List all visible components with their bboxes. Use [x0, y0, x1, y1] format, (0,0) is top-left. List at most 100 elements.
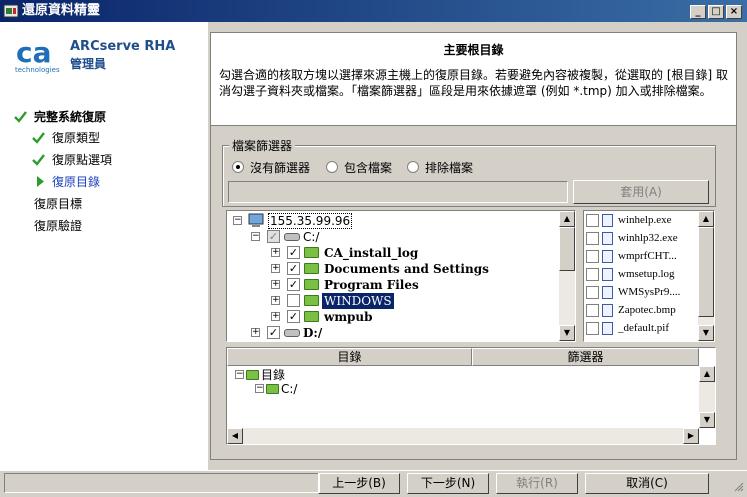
child-label: C:/ [281, 382, 298, 396]
radio-button[interactable] [326, 161, 338, 173]
next-button[interactable]: 下一步(N) [407, 473, 489, 494]
folder-icon [304, 311, 319, 322]
header-panel: 主要根目錄 勾選合適的核取方塊以選擇來源主機上的復原目錄。若要避免內容被複製，從… [210, 32, 737, 126]
scroll-thumb[interactable] [559, 227, 575, 271]
scroll-left-icon[interactable]: ◀ [227, 428, 243, 444]
resize-grip-icon[interactable] [734, 482, 744, 492]
expand-icon[interactable]: + [271, 264, 280, 273]
ca-logo: ca technologies [15, 36, 60, 74]
radio-button[interactable] [407, 161, 419, 173]
expand-icon[interactable]: + [271, 280, 280, 289]
file-checkbox[interactable] [586, 232, 599, 245]
file-checkbox[interactable] [586, 250, 599, 263]
back-button[interactable]: 上一步(B) [318, 473, 400, 494]
expand-icon[interactable]: + [271, 248, 280, 257]
folder-checkbox[interactable]: ✓ [287, 262, 300, 275]
folder-icon [266, 384, 279, 394]
folder-icon [304, 295, 319, 306]
apply-button[interactable]: 套用(A) [573, 180, 709, 204]
directory-tree[interactable]: − 155.35.99.96 − ✓ C:/ + ✓ CA_install_lo… [226, 210, 576, 342]
folder-checkbox[interactable]: ✓ [287, 246, 300, 259]
drive-c-checkbox[interactable]: ✓ [267, 230, 280, 243]
nav-label: 復原目標 [34, 197, 83, 211]
directory-filter-table[interactable]: 目錄 篩選器 − 目錄 − C:/ ▲ ▼ ◀ ▶ [226, 347, 716, 445]
nav-label: 復原驗證 [34, 219, 83, 233]
file-checkbox[interactable] [586, 322, 599, 335]
check-icon [32, 132, 45, 144]
page-title: 主要根目錄 [443, 43, 504, 57]
minimize-button[interactable]: _ [690, 5, 706, 19]
folder-label: wmpub [324, 310, 373, 324]
radio-button-selected[interactable] [232, 161, 244, 173]
collapse-icon[interactable]: − [235, 370, 244, 379]
window-title: 還原資料精靈 [22, 3, 101, 18]
cancel-button[interactable]: 取消(C) [585, 473, 709, 494]
folder-icon [246, 370, 259, 380]
file-checkbox[interactable] [586, 214, 599, 227]
page-description: 勾選合適的核取方塊以選擇來源主機上的復原目錄。若要避免內容被複製，從選取的 [根… [219, 68, 728, 98]
title-bar[interactable]: 還原資料精靈 _ □ × [0, 0, 747, 22]
file-checkbox[interactable] [586, 286, 599, 299]
scroll-right-icon[interactable]: ▶ [683, 428, 699, 444]
collapse-icon[interactable]: − [251, 232, 260, 241]
scroll-down-icon[interactable]: ▼ [699, 412, 715, 428]
check-icon [32, 154, 45, 166]
document-icon [602, 322, 613, 335]
svg-text:technologies: technologies [15, 66, 60, 74]
file-name: _default.pif [618, 322, 670, 334]
scroll-down-icon[interactable]: ▼ [698, 325, 714, 341]
drive-label: D:/ [303, 326, 323, 340]
expand-icon[interactable]: + [271, 296, 280, 305]
table-vertical-scrollbar[interactable]: ▲ ▼ [699, 366, 715, 428]
file-checkbox[interactable] [586, 304, 599, 317]
tree-node-folder-selected[interactable]: + WINDOWS [231, 293, 561, 309]
drive-d-checkbox[interactable]: ✓ [267, 326, 280, 339]
file-list-scrollbar[interactable]: ▲ ▼ [698, 211, 714, 341]
folder-checkbox[interactable] [287, 294, 300, 307]
scroll-up-icon[interactable]: ▲ [699, 366, 715, 382]
document-icon [602, 268, 613, 281]
tree-node-folder[interactable]: + ✓ wmpub [231, 309, 561, 325]
document-icon [602, 214, 613, 227]
close-button[interactable]: × [726, 5, 742, 19]
maximize-button[interactable]: □ [708, 5, 724, 19]
tree-scrollbar[interactable]: ▲ ▼ [559, 211, 575, 341]
scroll-up-icon[interactable]: ▲ [559, 211, 575, 227]
expand-icon[interactable]: + [251, 328, 260, 337]
file-list[interactable]: winhelp.exe winhlp32.exe wmprfCHT... wms… [583, 210, 715, 342]
column-header-directory[interactable]: 目錄 [227, 348, 472, 366]
collapse-icon[interactable]: − [255, 384, 264, 393]
folder-icon [304, 279, 319, 290]
product-subtitle: 管理員 [70, 57, 107, 71]
file-name: wmprfCHT... [618, 250, 677, 262]
run-button[interactable]: 執行(R) [496, 473, 578, 494]
tree-node-drive-c[interactable]: − ✓ C:/ [231, 229, 561, 245]
column-header-filter[interactable]: 篩選器 [472, 348, 699, 366]
scroll-thumb[interactable] [698, 227, 714, 317]
app-icon [3, 4, 19, 18]
svg-text:ca: ca [16, 36, 52, 69]
tree-node-host[interactable]: − 155.35.99.96 [231, 213, 561, 229]
filter-mask-input[interactable] [228, 181, 568, 203]
folder-checkbox[interactable]: ✓ [287, 310, 300, 323]
nav-label: 完整系統復原 [34, 110, 107, 124]
file-checkbox[interactable] [586, 268, 599, 281]
expand-icon[interactable]: + [271, 312, 280, 321]
folder-label: WINDOWS [322, 293, 394, 309]
file-name: WMSysPr9.... [618, 286, 681, 298]
drive-icon [284, 329, 300, 337]
folder-checkbox[interactable]: ✓ [287, 278, 300, 291]
folder-label: CA_install_log [324, 246, 419, 260]
check-icon [14, 111, 27, 123]
product-name: ARCserve RHA [70, 39, 176, 54]
scroll-down-icon[interactable]: ▼ [559, 325, 575, 341]
collapse-icon[interactable]: − [233, 216, 242, 225]
tree-node-folder[interactable]: + ✓ Documents and Settings [231, 261, 561, 277]
tree-node-folder[interactable]: + ✓ Program Files [231, 277, 561, 293]
tree-node-folder[interactable]: + ✓ CA_install_log [231, 245, 561, 261]
table-horizontal-scrollbar[interactable]: ◀ ▶ [227, 428, 699, 444]
scroll-up-icon[interactable]: ▲ [698, 211, 714, 227]
folder-label: Program Files [324, 278, 419, 292]
tree-node-drive-d[interactable]: + ✓ D:/ [231, 325, 561, 341]
file-name: winhelp.exe [618, 214, 672, 226]
